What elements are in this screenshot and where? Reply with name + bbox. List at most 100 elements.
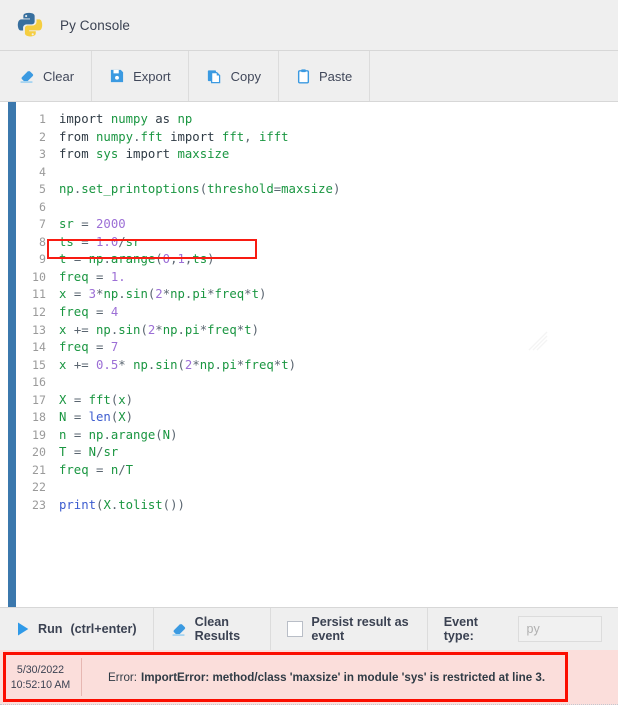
copy-button-label: Copy bbox=[230, 68, 262, 84]
line-number: 6 bbox=[39, 199, 46, 214]
line-number: 4 bbox=[39, 164, 46, 179]
clean-results-button[interactable]: Clean Results bbox=[154, 608, 272, 650]
code-token: numpy bbox=[110, 112, 148, 126]
code-line[interactable]: 16 bbox=[16, 374, 618, 392]
line-number: 18 bbox=[32, 410, 46, 425]
code-token: pi bbox=[184, 322, 200, 337]
code-token: * bbox=[192, 357, 200, 372]
code-token: freq bbox=[59, 340, 89, 355]
code-lines-container[interactable]: 1 import numpy as np 2 from numpy.fft impor… bbox=[16, 102, 618, 607]
event-type-input[interactable]: py bbox=[517, 616, 602, 642]
code-token: freq bbox=[244, 357, 274, 372]
code-line[interactable]: 12 freq = 4 bbox=[16, 304, 618, 322]
code-token: 1 bbox=[177, 252, 185, 267]
line-number: 3 bbox=[39, 147, 46, 162]
code-line[interactable]: 14 freq = 7 bbox=[16, 339, 618, 357]
code-line[interactable]: 9 t = np.arange(0,1,ts) bbox=[16, 251, 618, 269]
code-line[interactable]: 17 X = fft(x) bbox=[16, 392, 618, 410]
code-line[interactable]: 11 x = 3*np.sin(2*np.pi*freq*t) bbox=[16, 286, 618, 304]
code-token: sr bbox=[125, 234, 141, 249]
code-token: tolist bbox=[118, 498, 163, 513]
eraser-icon bbox=[170, 621, 187, 638]
export-button[interactable]: Export bbox=[92, 51, 189, 101]
editor-gutter-bar bbox=[8, 102, 16, 607]
code-line[interactable]: 1 import numpy as np bbox=[16, 111, 618, 129]
result-timestamp: 5/30/2022 10:52:10 AM bbox=[0, 658, 82, 696]
code-token: ( bbox=[199, 182, 208, 197]
clear-button[interactable]: Clear bbox=[0, 51, 93, 101]
code-line[interactable]: 20 T = N/sr bbox=[16, 444, 618, 462]
code-token: pi bbox=[221, 357, 237, 372]
code-token: ) bbox=[125, 410, 134, 425]
clipboard-icon bbox=[296, 68, 311, 85]
code-token: arange bbox=[110, 252, 156, 267]
run-toolbar: Run (ctrl+enter) Clean Results Persist r… bbox=[0, 607, 618, 650]
persist-result-checkbox[interactable] bbox=[287, 621, 304, 637]
code-token: ( bbox=[155, 427, 163, 442]
code-line[interactable]: 7 sr = 2000 bbox=[16, 216, 618, 234]
paste-button[interactable]: Paste bbox=[279, 51, 371, 101]
code-token: , bbox=[244, 129, 252, 144]
code-token: import bbox=[170, 129, 215, 144]
code-line[interactable]: 15 x += 0.5* np.sin(2*np.pi*freq*t) bbox=[16, 357, 618, 375]
code-token: sin bbox=[118, 322, 141, 337]
copy-button[interactable]: Copy bbox=[189, 51, 280, 101]
code-token: import bbox=[59, 112, 104, 126]
code-line-source: t = np.arange(0,1,ts) bbox=[59, 251, 215, 269]
code-line[interactable]: 10 freq = 1. bbox=[16, 269, 618, 287]
code-line[interactable]: 6 bbox=[16, 199, 618, 217]
code-line-source: print(X.tolist()) bbox=[59, 497, 185, 515]
result-message-prefix: Error: bbox=[108, 670, 137, 684]
line-number: 21 bbox=[32, 462, 46, 477]
result-date: 5/30/2022 bbox=[16, 663, 65, 676]
code-editor[interactable]: 1 import numpy as np 2 from numpy.fft impor… bbox=[0, 102, 618, 607]
run-button-label: Run bbox=[38, 622, 63, 636]
line-number: 5 bbox=[39, 182, 46, 197]
code-line-source: n = np.arange(N) bbox=[59, 427, 177, 445]
play-triangle-icon bbox=[16, 621, 30, 637]
code-line-source: x += np.sin(2*np.pi*freq*t) bbox=[59, 322, 259, 340]
code-token: X bbox=[118, 410, 126, 425]
persist-result-checkbox-row[interactable]: Persist result as event bbox=[271, 608, 428, 650]
code-line[interactable]: 23 print(X.tolist()) bbox=[16, 497, 618, 515]
code-token: X bbox=[103, 498, 111, 513]
line-number: 7 bbox=[39, 217, 46, 232]
code-line[interactable]: 13 x += np.sin(2*np.pi*freq*t) bbox=[16, 322, 618, 340]
code-line[interactable]: 2 from numpy.fft import fft, ifft bbox=[16, 129, 618, 147]
code-line-source: sr = 2000 bbox=[59, 216, 126, 234]
code-line[interactable]: 18 N = len(X) bbox=[16, 409, 618, 427]
page-title: Py Console bbox=[60, 17, 131, 33]
code-token: import bbox=[125, 147, 171, 162]
copy-icon bbox=[206, 68, 223, 85]
code-token: ) bbox=[251, 322, 259, 337]
code-line[interactable]: 19 n = np.arange(N) bbox=[16, 427, 618, 445]
code-line[interactable]: 3 from sys import maxsize bbox=[16, 146, 618, 164]
code-line[interactable]: 22 bbox=[16, 479, 618, 497]
code-line-source: freq = 4 bbox=[59, 304, 118, 322]
code-token: freq bbox=[59, 305, 89, 320]
run-button[interactable]: Run (ctrl+enter) bbox=[0, 608, 154, 650]
clear-button-label: Clear bbox=[43, 68, 75, 84]
code-token: 7 bbox=[110, 340, 119, 355]
code-line[interactable]: 8 ts = 1.0/sr bbox=[16, 234, 618, 252]
code-token: . bbox=[214, 357, 222, 372]
code-line[interactable]: 21 freq = n/T bbox=[16, 462, 618, 480]
code-line[interactable]: 4 bbox=[16, 164, 618, 182]
code-line[interactable]: 5 np.set_printoptions(threshold=maxsize) bbox=[16, 181, 618, 199]
run-button-shortcut: (ctrl+enter) bbox=[70, 622, 137, 636]
code-token: 2 bbox=[155, 287, 163, 302]
result-time: 10:52:10 AM bbox=[10, 678, 71, 691]
code-token: np bbox=[170, 287, 185, 302]
